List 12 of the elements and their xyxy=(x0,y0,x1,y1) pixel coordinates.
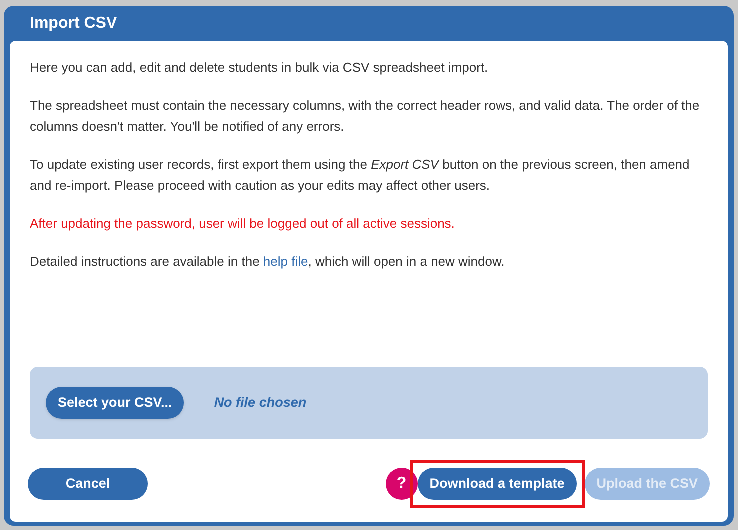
paragraph: To update existing user records, first export them using the Export CSV button on the previous screen, then amend and re-import. Please proceed with caution as your edits may affect other users. xyxy=(30,156,691,195)
paragraph: The spreadsheet must contain the necessary columns, with the correct header rows, and valid data. The order of the columns doesn't matter. You'll be notified of any errors. xyxy=(30,97,701,136)
paragraph: Detailed instructions are available in the help file, which will open in a new window. xyxy=(30,253,506,271)
dialog-title: Import CSV xyxy=(29,14,118,34)
cancel-button[interactable]: Cancel xyxy=(28,468,148,500)
select-file-button[interactable]: Select your CSV... xyxy=(46,387,184,419)
action-button[interactable]: Download a template xyxy=(418,468,577,500)
file-status: No file chosen xyxy=(214,394,307,412)
help-button[interactable]: ? xyxy=(386,468,418,500)
warning-text: After updating the password, user will be logged out of all active sessions. xyxy=(30,215,456,233)
help-link[interactable]: help file xyxy=(263,254,308,269)
paragraph: Here you can add, edit and delete students in bulk via CSV spreadsheet import. xyxy=(30,59,490,77)
